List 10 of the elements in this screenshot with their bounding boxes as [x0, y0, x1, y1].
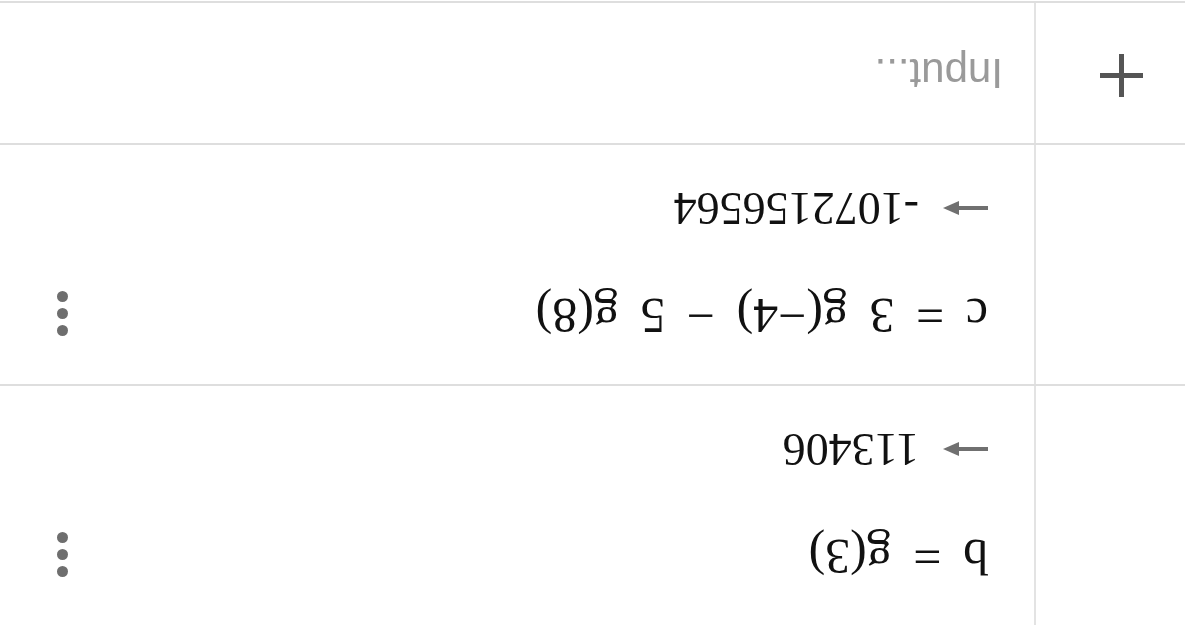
more-menu-icon[interactable] [57, 291, 68, 336]
arrow-icon [943, 442, 988, 456]
arrow-icon [943, 201, 988, 215]
formula-text: b = g(3) [808, 528, 988, 587]
formula-text: c = 3 g(−4) − 5 g(8) [535, 287, 988, 346]
plus-icon[interactable] [1100, 54, 1143, 98]
more-menu-icon[interactable] [57, 532, 68, 577]
input-field[interactable]: Input... [0, 2, 1034, 144]
result-value: 113406 [782, 423, 919, 477]
result-value: -1072156564 [673, 182, 919, 236]
